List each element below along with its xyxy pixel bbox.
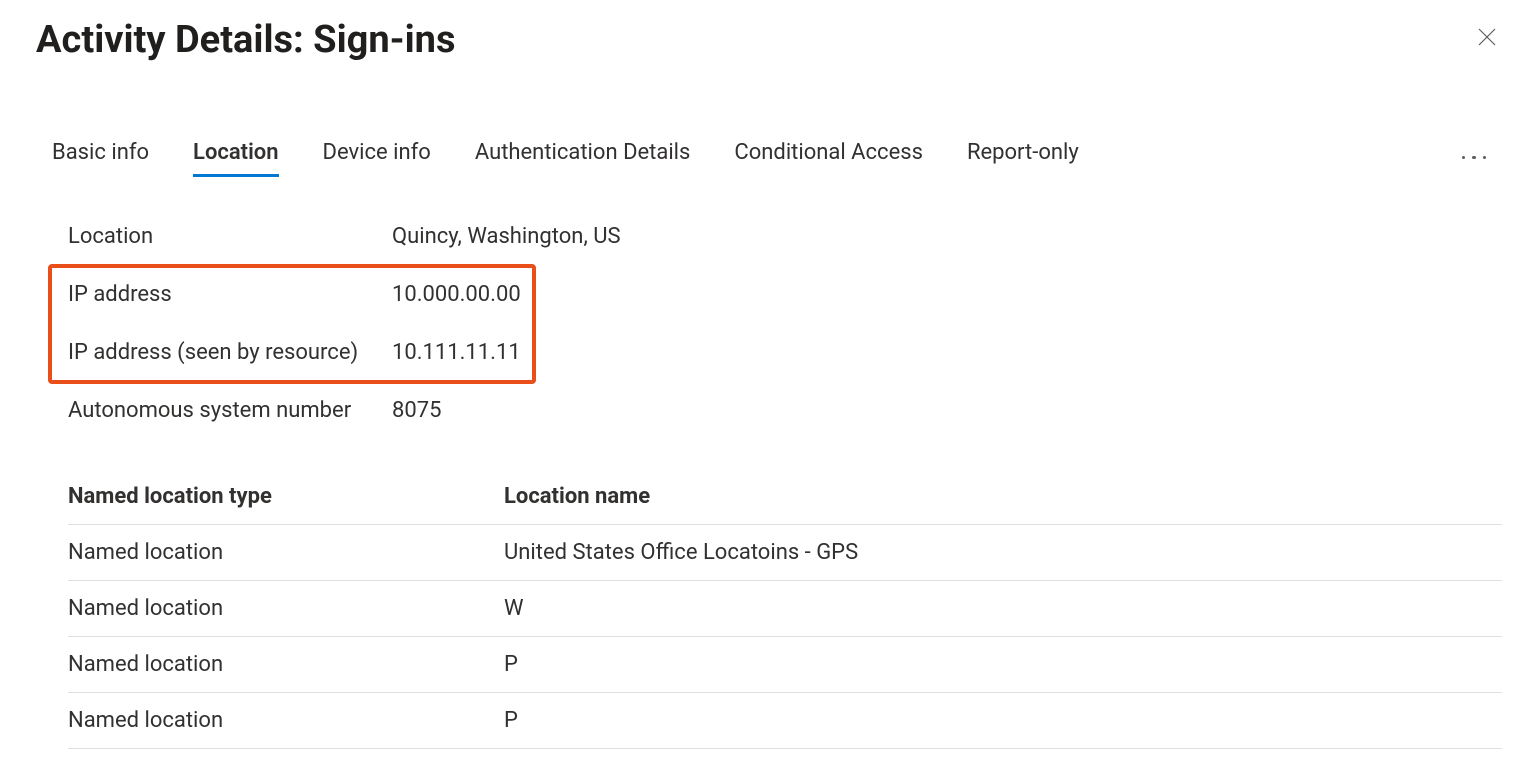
value-asn: 8075: [392, 398, 441, 423]
cell-type: Named location: [68, 596, 504, 621]
row-location: Location Quincy, Washington, US: [68, 207, 1502, 265]
tab-location[interactable]: Location: [193, 140, 278, 175]
row-ip-address-seen: IP address (seen by resource) 10.111.11.…: [68, 323, 1502, 381]
row-ip-address: IP address 10.000.00.00: [68, 265, 1502, 323]
cell-name: United States Office Locatoins - GPS: [504, 540, 1502, 565]
ellipsis-icon: [1462, 156, 1466, 160]
cell-name: W: [504, 596, 1502, 621]
tab-basic-info[interactable]: Basic info: [52, 140, 149, 175]
header-named-location-type[interactable]: Named location type: [68, 484, 504, 509]
tab-report-only[interactable]: Report-only: [967, 140, 1079, 175]
table-header-row: Named location type Location name: [68, 469, 1502, 525]
tab-authentication-details[interactable]: Authentication Details: [475, 140, 691, 175]
row-asn: Autonomous system number 8075: [68, 381, 1502, 439]
close-icon: [1478, 28, 1496, 46]
value-ip-address: 10.000.00.00: [392, 282, 521, 307]
named-location-table: Named location type Location name Named …: [36, 469, 1502, 749]
location-details: Location Quincy, Washington, US IP addre…: [36, 207, 1502, 439]
page-title: Activity Details: Sign-ins: [36, 18, 455, 62]
cell-type: Named location: [68, 652, 504, 677]
more-tabs-button[interactable]: [1456, 150, 1493, 166]
value-ip-address-seen: 10.111.11.11: [392, 340, 521, 365]
cell-name: P: [504, 708, 1502, 733]
cell-type: Named location: [68, 708, 504, 733]
label-location: Location: [68, 224, 392, 249]
label-ip-address: IP address: [68, 282, 392, 307]
cell-name: P: [504, 652, 1502, 677]
tabs-bar: Basic info Location Device info Authenti…: [36, 140, 1502, 175]
value-location: Quincy, Washington, US: [392, 224, 621, 249]
table-row[interactable]: Named location P: [68, 693, 1502, 749]
tab-device-info[interactable]: Device info: [323, 140, 431, 175]
cell-type: Named location: [68, 540, 504, 565]
table-row[interactable]: Named location W: [68, 581, 1502, 637]
tab-conditional-access[interactable]: Conditional Access: [734, 140, 923, 175]
label-ip-address-seen: IP address (seen by resource): [68, 340, 392, 365]
header-location-name[interactable]: Location name: [504, 484, 1502, 509]
label-asn: Autonomous system number: [68, 398, 392, 423]
table-row[interactable]: Named location United States Office Loca…: [68, 525, 1502, 581]
close-button[interactable]: [1472, 22, 1502, 52]
table-row[interactable]: Named location P: [68, 637, 1502, 693]
